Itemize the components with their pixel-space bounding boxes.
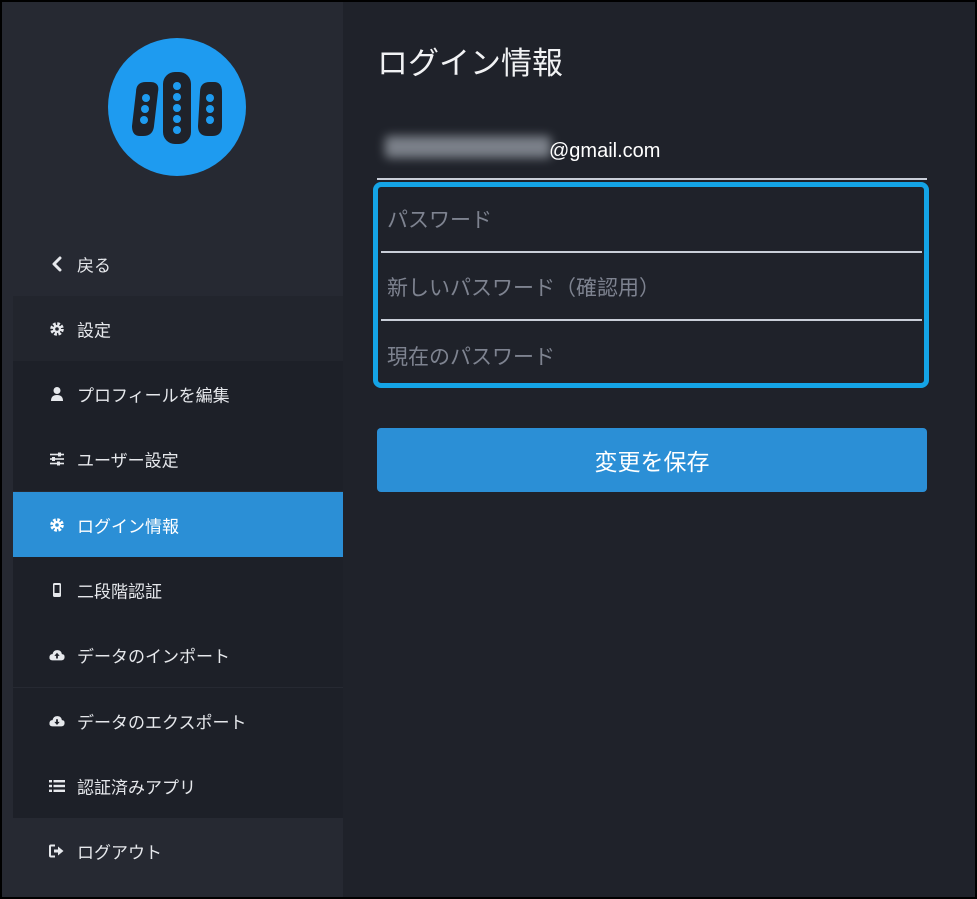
main-panel: ログイン情報 @gmail.com パスワード 新しいパスワード（確認用） 現在… <box>343 2 975 897</box>
sidebar-item-login-info[interactable]: ログイン情報 <box>13 492 343 557</box>
gear-icon <box>49 321 65 337</box>
sidebar-item-user-settings[interactable]: ユーザー設定 <box>13 426 343 491</box>
current-password-input[interactable]: 現在のパスワード <box>381 323 922 389</box>
gear-icon <box>49 517 65 533</box>
sidebar-item-import[interactable]: データのインポート <box>13 622 343 687</box>
user-icon <box>49 386 65 402</box>
page-title: ログイン情報 <box>377 46 563 82</box>
sidebar-item-two-factor[interactable]: 二段階認証 <box>13 557 343 622</box>
sidebar-item-back[interactable]: 戻る <box>13 231 343 296</box>
app-logo <box>108 38 246 176</box>
mobile-icon <box>49 582 65 598</box>
save-changes-button[interactable]: 変更を保存 <box>377 428 927 492</box>
email-field[interactable]: @gmail.com <box>377 128 927 180</box>
password-fields-highlight: パスワード 新しいパスワード（確認用） 現在のパスワード <box>373 182 929 388</box>
sidebar-item-label: 二段階認証 <box>77 582 162 602</box>
chevron-left-icon <box>49 256 65 272</box>
sidebar-item-label: 設定 <box>77 321 111 341</box>
sidebar-item-label: データのインポート <box>77 647 230 667</box>
new-password-confirm-input[interactable]: 新しいパスワード（確認用） <box>381 255 922 321</box>
sidebar-item-label: ログイン情報 <box>77 517 179 537</box>
sliders-icon <box>49 451 65 467</box>
sidebar-item-authorized-apps[interactable]: 認証済みアプリ <box>13 753 343 818</box>
sidebar-item-settings[interactable]: 設定 <box>13 296 343 361</box>
list-icon <box>49 778 65 794</box>
cloud-upload-icon <box>49 647 65 663</box>
redacted-email-user <box>385 136 551 158</box>
app-window: 戻る 設定 プロフィールを編集 ユーザー設定 ログイン情報 二段階認証 データの… <box>0 0 977 899</box>
sidebar: 戻る 設定 プロフィールを編集 ユーザー設定 ログイン情報 二段階認証 データの… <box>2 2 343 897</box>
sidebar-item-edit-profile[interactable]: プロフィールを編集 <box>13 361 343 426</box>
sidebar-item-export[interactable]: データのエクスポート <box>13 688 343 753</box>
sidebar-item-label: 認証済みアプリ <box>77 778 196 798</box>
sidebar-item-label: ユーザー設定 <box>77 451 179 471</box>
email-domain: @gmail.com <box>549 140 661 162</box>
sidebar-item-label: ログアウト <box>77 843 162 863</box>
cloud-download-icon <box>49 713 65 729</box>
sign-out-icon <box>49 843 65 859</box>
sidebar-item-label: データのエクスポート <box>77 713 247 733</box>
password-input[interactable]: パスワード <box>381 187 922 253</box>
sidebar-item-label: 戻る <box>77 256 111 276</box>
sidebar-item-logout[interactable]: ログアウト <box>13 818 343 883</box>
sidebar-item-label: プロフィールを編集 <box>77 386 230 406</box>
